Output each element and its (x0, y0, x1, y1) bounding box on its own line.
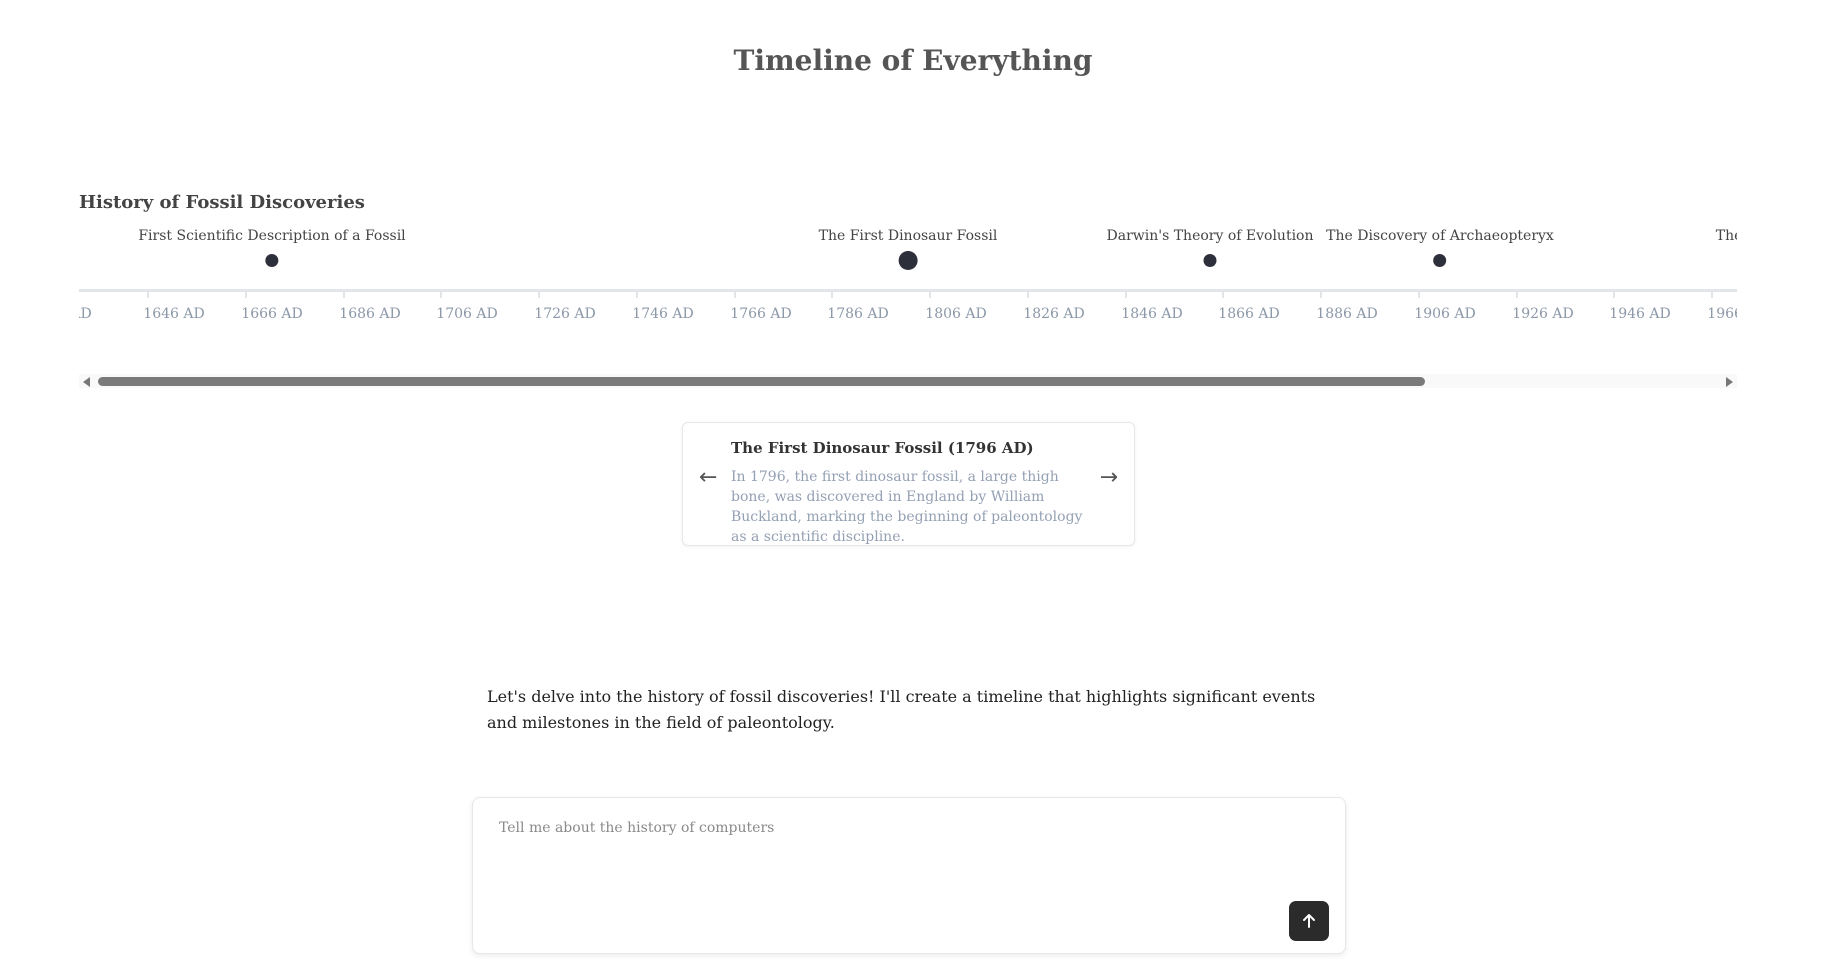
timeline-tick (929, 289, 931, 298)
timeline-tick-label: 1866 AD (1218, 306, 1280, 322)
timeline-event[interactable]: Darwin's Theory of Evolution (1106, 228, 1314, 267)
timeline-heading: History of Fossil Discoveries (79, 192, 365, 213)
event-title: Darwin's Theory of Evolution (1106, 228, 1314, 244)
event-marker[interactable] (1433, 254, 1447, 267)
event-title: The First Dinosaur Fossil (818, 228, 998, 244)
timeline-tick-label: 1826 AD (1023, 306, 1085, 322)
timeline-tick-label: 1806 AD (925, 306, 987, 322)
timeline-tick-label: 1746 AD (632, 306, 694, 322)
timeline-tick-label: 1846 AD (1121, 306, 1183, 322)
timeline-scrollbar[interactable] (79, 374, 1737, 388)
timeline-tick-label: 1726 AD (534, 306, 596, 322)
timeline-tick-label: 1966 AD (1707, 306, 1737, 322)
timeline-tick (147, 289, 149, 298)
event-detail-title: The First Dinosaur Fossil (1796 AD) (731, 439, 1034, 457)
chat-input-box (472, 797, 1346, 954)
timeline-tick-label: 1626 AD (79, 306, 92, 322)
timeline-tick-label: 1926 AD (1512, 306, 1574, 322)
event-marker[interactable] (898, 251, 918, 270)
timeline-tick (538, 289, 540, 298)
timeline-tick (1027, 289, 1029, 298)
timeline-tick (1125, 289, 1127, 298)
timeline-event[interactable]: The Discovery of Archaeopteryx (1326, 228, 1554, 267)
timeline-tick (1516, 289, 1518, 298)
timeline-tick-label: 1886 AD (1316, 306, 1378, 322)
timeline-tick (1222, 289, 1224, 298)
event-title: The Dinosaur Renaissance (1715, 228, 1737, 244)
event-title: First Scientific Description of a Fossil (138, 228, 406, 244)
chat-input[interactable] (497, 818, 1297, 908)
timeline-event-selected[interactable]: The First Dinosaur Fossil (818, 228, 998, 270)
event-detail-description: In 1796, the first dinosaur fossil, a la… (731, 469, 1083, 545)
timeline-tick (1613, 289, 1615, 298)
timeline-tick (1711, 289, 1713, 298)
timeline-event[interactable]: The Dinosaur Renaissance (1716, 228, 1737, 267)
event-marker[interactable] (265, 254, 279, 267)
event-marker[interactable] (1203, 254, 1217, 267)
timeline-tick (245, 289, 247, 298)
timeline-tick-label: 1706 AD (436, 306, 498, 322)
timeline-section: History of Fossil Discoveries (79, 192, 1737, 213)
timeline-tick (1418, 289, 1420, 298)
timeline-axis (79, 289, 1737, 292)
timeline-tick (440, 289, 442, 298)
timeline-tick-label: 1666 AD (241, 306, 303, 322)
scroll-right-icon[interactable] (1726, 377, 1733, 387)
scrollbar-thumb[interactable] (98, 377, 1425, 386)
arrow-up-icon (1303, 914, 1315, 928)
scroll-left-icon[interactable] (83, 377, 90, 387)
timeline-event[interactable]: First Scientific Description of a Fossil (138, 228, 406, 267)
event-title: The Discovery of Archaeopteryx (1326, 228, 1554, 244)
event-detail-card: ← The First Dinosaur Fossil (1796 AD) In… (682, 422, 1135, 546)
timeline-tick (734, 289, 736, 298)
timeline-tick (343, 289, 345, 298)
previous-event-button[interactable]: ← (699, 467, 717, 489)
timeline-tick-label: 1906 AD (1414, 306, 1476, 322)
timeline-viewport[interactable]: 1626 AD 1646 AD 1666 AD 1686 AD 1706 AD … (79, 228, 1737, 333)
timeline-tick (1320, 289, 1322, 298)
timeline-tick-label: 1786 AD (827, 306, 889, 322)
timeline-tick (636, 289, 638, 298)
timeline-tick-label: 1766 AD (730, 306, 792, 322)
timeline-tick-label: 1946 AD (1609, 306, 1671, 322)
next-event-button[interactable]: → (1100, 467, 1118, 489)
send-button[interactable] (1289, 901, 1329, 941)
timeline-track: 1626 AD 1646 AD 1666 AD 1686 AD 1706 AD … (79, 228, 1737, 333)
page-title: Timeline of Everything (733, 44, 1093, 77)
timeline-tick-label: 1646 AD (143, 306, 205, 322)
timeline-tick (831, 289, 833, 298)
assistant-message: Let's delve into the history of fossil d… (487, 687, 1316, 732)
timeline-tick-label: 1686 AD (339, 306, 401, 322)
